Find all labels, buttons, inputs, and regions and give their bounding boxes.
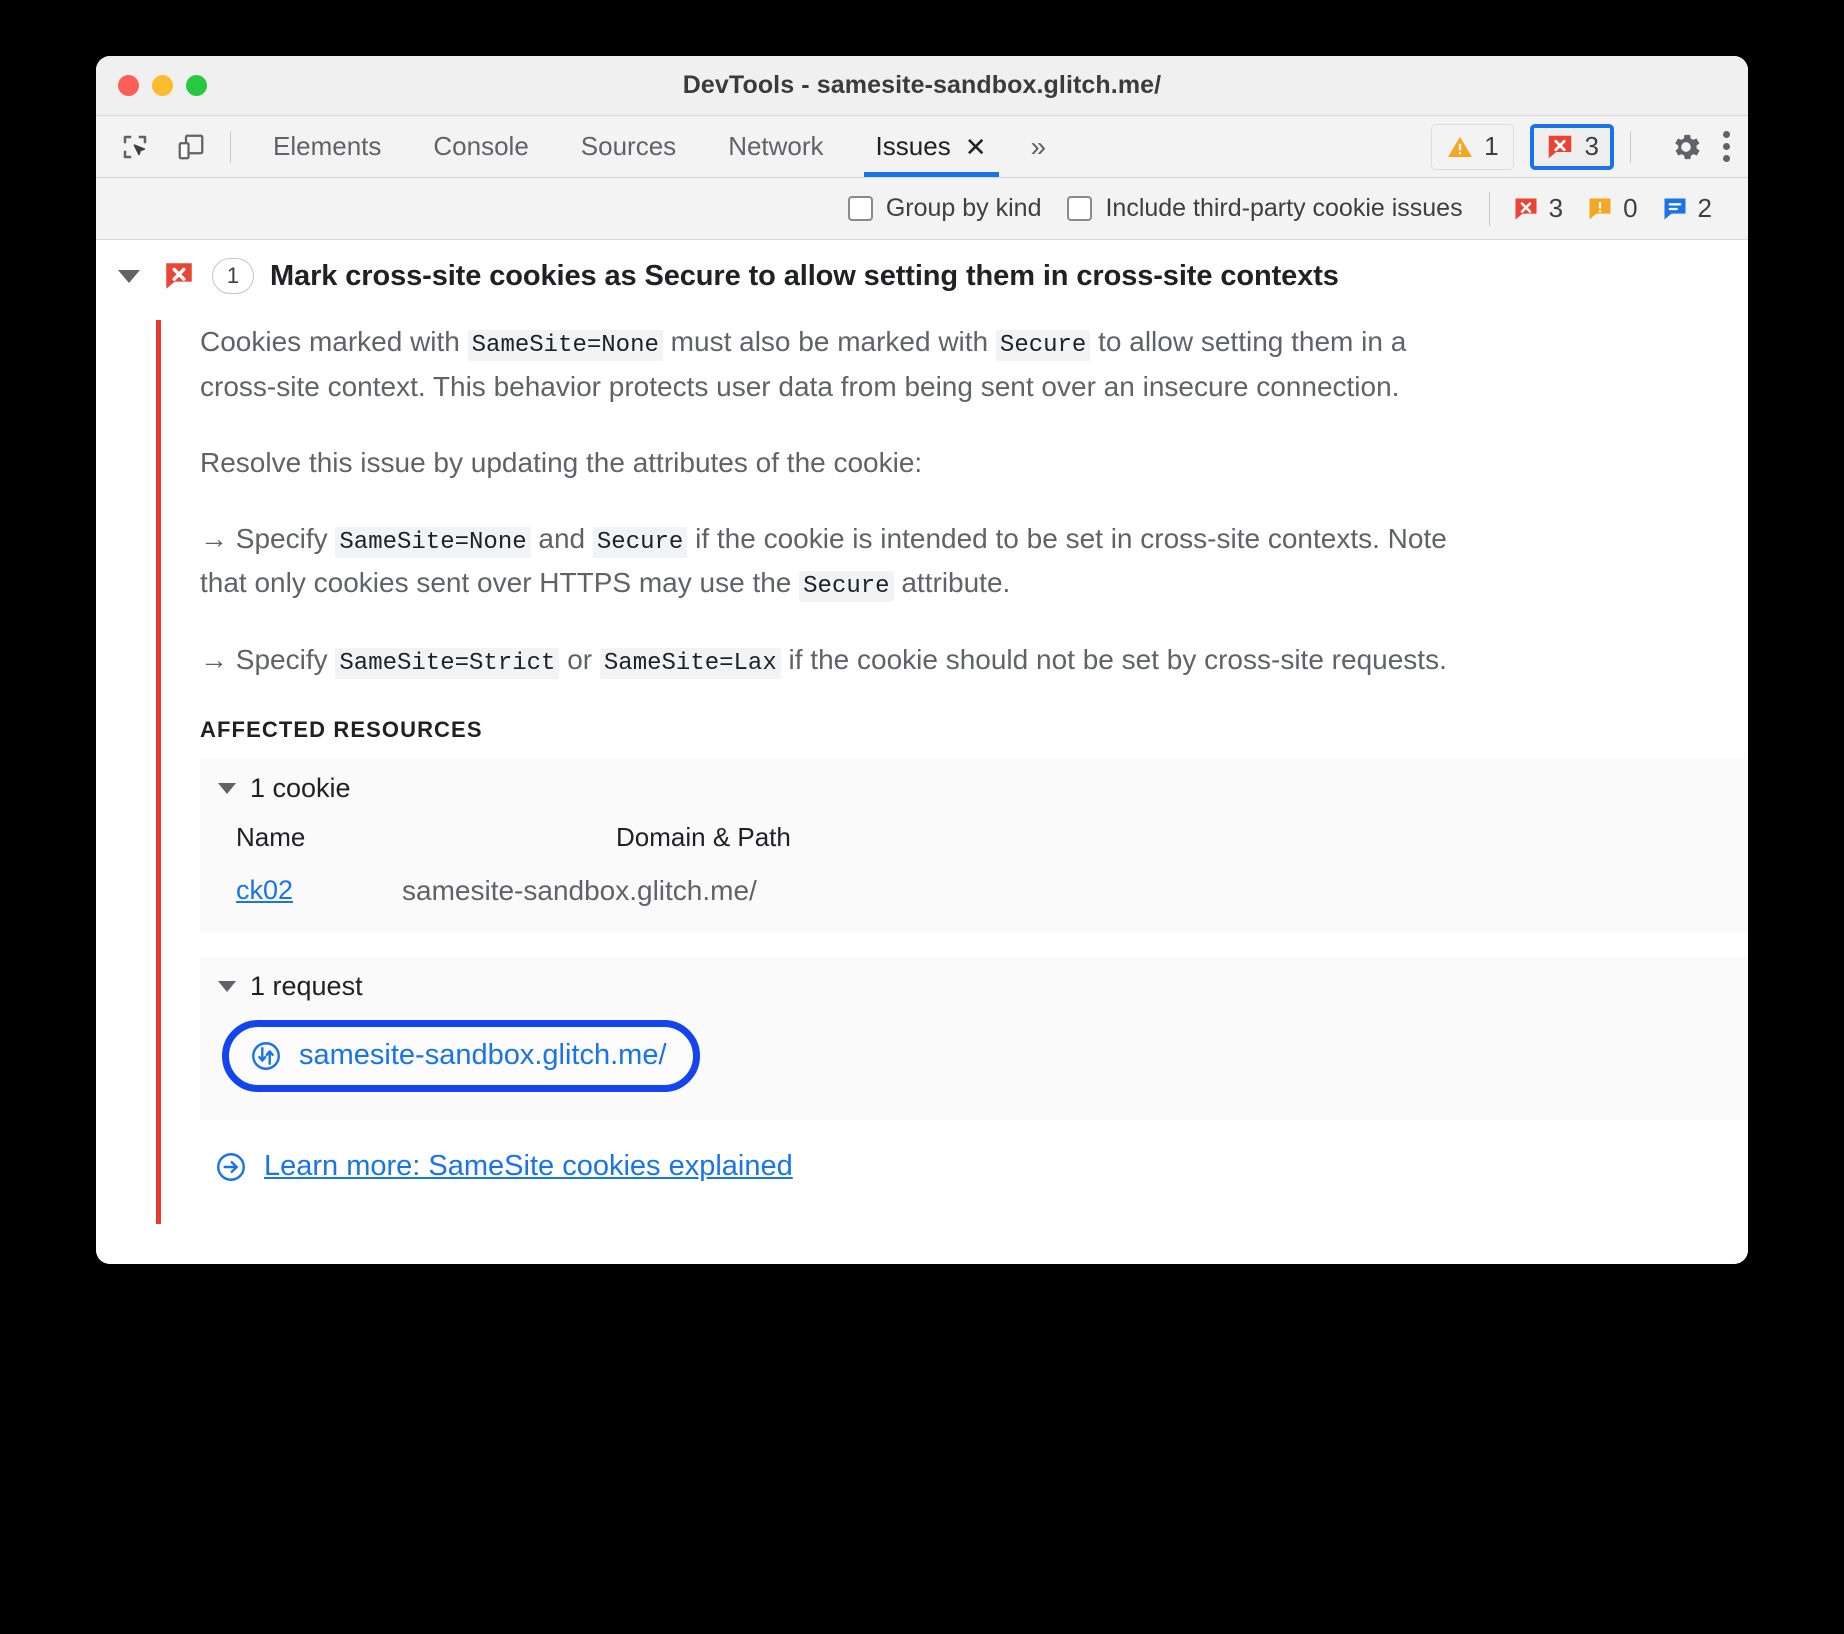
checkbox-box[interactable] — [1067, 196, 1093, 221]
issue-paragraph: → Specify SameSite=Strict or SameSite=La… — [200, 643, 1447, 679]
chevron-down-icon[interactable] — [218, 782, 236, 794]
group-by-kind-checkbox[interactable]: Group by kind — [847, 194, 1042, 223]
chevron-down-icon[interactable] — [118, 269, 140, 283]
chevron-down-icon[interactable] — [218, 980, 236, 992]
inline-code: SameSite=None — [467, 330, 663, 361]
warning-triangle-icon — [1448, 136, 1472, 157]
request-url[interactable]: samesite-sandbox.glitch.me/ — [299, 1039, 667, 1072]
screen: DevTools - samesite-sandbox.glitch.me/ E… — [0, 0, 1844, 1634]
settings-button[interactable] — [1669, 130, 1703, 164]
cookie-name-link[interactable]: ck02 — [236, 875, 293, 905]
issue-paragraph: Resolve this issue by updating the attri… — [200, 446, 923, 478]
error-flag-icon — [166, 263, 192, 289]
issue-header-row[interactable]: 1 Mark cross-site cookies as Secure to a… — [96, 240, 1748, 302]
kebab-dot — [1723, 143, 1730, 150]
include-third-party-label: Include third-party cookie issues — [1105, 194, 1463, 222]
inline-code: Secure — [799, 571, 894, 603]
cookie-section-header[interactable]: 1 cookie — [200, 759, 1748, 816]
request-section-header[interactable]: 1 request — [200, 957, 1748, 1014]
table-row: ck02 — [236, 875, 336, 907]
tab-network[interactable]: Network — [702, 116, 849, 177]
warning-count-button[interactable]: 1 — [1431, 123, 1514, 170]
arrow-circle-right-icon — [217, 1152, 245, 1181]
checkbox-box[interactable] — [847, 196, 873, 221]
error-flag-icon — [1548, 135, 1571, 158]
tab-network-label: Network — [728, 131, 824, 161]
cookie-table: Name Domain & Path ck02 samesite-sandbox… — [200, 816, 1748, 933]
panel-tabs: Elements Console Sources Network Issues … — [247, 116, 1064, 177]
issues-content: 1 Mark cross-site cookies as Secure to a… — [96, 240, 1748, 1264]
error-count-value: 3 — [1584, 131, 1599, 161]
tab-elements[interactable]: Elements — [247, 116, 407, 177]
more-tabs-icon[interactable]: » — [1013, 131, 1065, 163]
request-row: samesite-sandbox.glitch.me/ — [200, 1014, 1748, 1120]
include-third-party-checkbox[interactable]: Include third-party cookie issues — [1067, 194, 1463, 223]
inline-code: Secure — [995, 330, 1091, 361]
tabbar-right-divider — [1630, 130, 1631, 163]
learn-more-link[interactable]: Learn more: SameSite cookies explained — [264, 1150, 793, 1183]
window-titlebar: DevTools - samesite-sandbox.glitch.me/ — [96, 56, 1748, 116]
info-flag-icon — [1664, 198, 1686, 219]
affected-resources-label: AFFECTED RESOURCES — [200, 716, 483, 742]
issues-filter-bar: Group by kind Include third-party cookie… — [96, 178, 1748, 240]
more-options-button[interactable] — [1723, 131, 1730, 162]
kebab-dot — [1723, 155, 1730, 162]
window-title: DevTools - samesite-sandbox.glitch.me/ — [682, 71, 1162, 99]
gear-icon — [1675, 134, 1700, 159]
tab-console[interactable]: Console — [407, 116, 554, 177]
section-spacer — [200, 932, 1748, 957]
toolbar-icon-group — [112, 124, 214, 170]
tab-sources[interactable]: Sources — [555, 116, 702, 177]
warning-count-value: 1 — [1484, 131, 1499, 161]
column-header-name: Name — [236, 821, 306, 852]
toolbar-divider — [230, 130, 231, 163]
device-toolbar-icon — [178, 134, 204, 159]
error-count-text: 3 — [1548, 193, 1564, 223]
cookie-domain-path: samesite-sandbox.glitch.me/ — [402, 874, 757, 906]
tab-elements-label: Elements — [273, 131, 382, 161]
issue-paragraph: Cookies marked with SameSite=None must a… — [200, 326, 1407, 402]
device-toolbar-button[interactable] — [168, 124, 214, 170]
inspect-element-button[interactable] — [112, 124, 158, 170]
tab-console-label: Console — [433, 131, 529, 161]
issue-title: Mark cross-site cookies as Secure to all… — [270, 259, 1339, 292]
issue-paragraph: → Specify SameSite=None and Secure if th… — [200, 522, 1447, 603]
error-count-button[interactable]: 3 — [1529, 123, 1614, 170]
group-by-kind-label: Group by kind — [885, 194, 1042, 222]
issue-counts: 3 0 2 — [1488, 191, 1726, 226]
request-arrows-icon — [252, 1041, 280, 1070]
column-header-domain-path: Domain & Path — [616, 821, 791, 852]
inline-code: SameSite=None — [335, 526, 531, 558]
issue-count-badge: 1 — [212, 258, 254, 294]
highlighted-request-link[interactable]: samesite-sandbox.glitch.me/ — [222, 1019, 700, 1092]
tab-issues[interactable]: Issues ✕ — [850, 116, 1013, 177]
error-flag-icon — [1515, 198, 1537, 219]
inline-code: Secure — [592, 526, 688, 558]
warning-flag-icon — [1589, 198, 1611, 219]
warning-count-text: 0 — [1623, 193, 1638, 223]
tab-issues-label: Issues — [875, 131, 951, 161]
request-resource-block: 1 request samesite-sandbox.glitch.me/ — [200, 956, 1748, 1120]
request-section-label: 1 request — [250, 970, 363, 1001]
issue-body: Cookies marked with SameSite=None must a… — [156, 320, 1748, 1224]
inline-code: SameSite=Strict — [335, 647, 560, 679]
tab-sources-label: Sources — [580, 131, 677, 161]
cookie-section-label: 1 cookie — [250, 772, 351, 803]
inspect-element-icon — [123, 135, 147, 158]
info-count-text: 2 — [1697, 193, 1712, 223]
inline-code: SameSite=Lax — [599, 647, 781, 679]
kebab-menu-icon — [1723, 131, 1730, 138]
learn-more-row[interactable]: Learn more: SameSite cookies explained — [200, 1120, 1748, 1194]
close-icon[interactable]: ✕ — [965, 134, 987, 160]
cookie-resource-block: 1 cookie Name Domain & Path ck02 samesit… — [200, 758, 1748, 933]
tabbar-right-group: 1 3 — [1431, 123, 1748, 170]
devtools-tabbar: Elements Console Sources Network Issues … — [96, 116, 1748, 178]
devtools-window: DevTools - samesite-sandbox.glitch.me/ E… — [96, 56, 1748, 1264]
